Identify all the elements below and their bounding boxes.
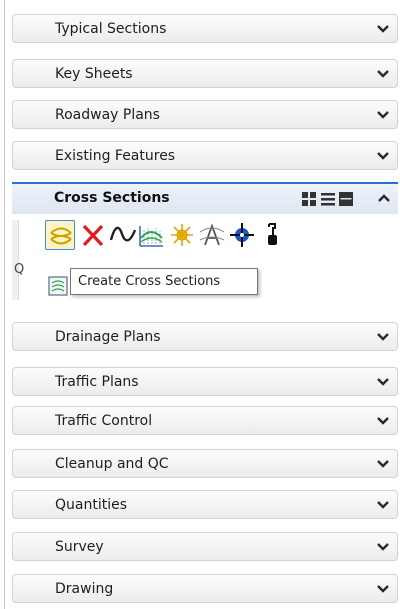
- panel-drawing[interactable]: Drawing: [12, 574, 398, 603]
- panel-label: Typical Sections: [55, 21, 167, 37]
- create-cross-sections-button[interactable]: [45, 220, 75, 250]
- panel-label: Cleanup and QC: [55, 456, 169, 472]
- group-tab[interactable]: [12, 220, 19, 300]
- probe-button[interactable]: [257, 220, 287, 250]
- chevron-down-icon: [377, 585, 389, 593]
- panel-label: Traffic Control: [55, 413, 153, 429]
- chevron-down-icon: [377, 70, 389, 78]
- delete-button[interactable]: [78, 220, 108, 250]
- panel-key-sheets[interactable]: Key Sheets: [12, 59, 398, 88]
- group-label: Q: [14, 262, 25, 277]
- panel-existing-features[interactable]: Existing Features: [12, 141, 398, 170]
- list-view-icon[interactable]: [321, 193, 335, 206]
- panel-label: Roadway Plans: [55, 107, 160, 123]
- panel-label: Quantities: [55, 497, 128, 513]
- cross-section-grid-icon: [139, 226, 163, 247]
- target-crosshair-button[interactable]: [227, 220, 257, 250]
- panel-cleanup-and-qc[interactable]: Cleanup and QC: [12, 449, 398, 478]
- panel-traffic-control[interactable]: Traffic Control: [12, 406, 398, 435]
- cross-section-sheets-button[interactable]: [47, 275, 71, 297]
- chevron-down-icon: [377, 501, 389, 509]
- wave-tool-button[interactable]: [108, 220, 138, 250]
- panel-title: Cross Sections: [54, 190, 170, 206]
- target-crosshair-icon: [230, 223, 254, 247]
- panel-label: Drainage Plans: [55, 329, 161, 345]
- panel-label: Key Sheets: [55, 66, 133, 82]
- text-a-button[interactable]: [197, 220, 227, 250]
- cross-section-sheets-icon: [48, 276, 68, 296]
- grid-view-icon[interactable]: [302, 192, 316, 206]
- chevron-down-icon: [377, 25, 389, 33]
- left-border: [4, 0, 5, 609]
- cross-section-grid-button[interactable]: [136, 220, 166, 250]
- panel-label: Existing Features: [55, 148, 176, 164]
- chevron-up-icon[interactable]: [378, 194, 390, 202]
- panel-quantities[interactable]: Quantities: [12, 490, 398, 519]
- panel-roadway-plans[interactable]: Roadway Plans: [12, 100, 398, 129]
- create-cross-sections-icon: [50, 227, 72, 245]
- panel-label: Survey: [55, 539, 104, 555]
- panel-typical-sections[interactable]: Typical Sections: [12, 14, 398, 43]
- chevron-down-icon: [377, 378, 389, 386]
- chevron-down-icon: [377, 152, 389, 160]
- panel-traffic-plans[interactable]: Traffic Plans: [12, 367, 398, 396]
- chevron-down-icon: [377, 460, 389, 468]
- delete-icon: [82, 224, 104, 247]
- tooltip-text: Create Cross Sections: [78, 274, 221, 289]
- chevron-down-icon: [377, 543, 389, 551]
- chevron-down-icon: [377, 417, 389, 425]
- probe-icon: [268, 223, 277, 245]
- panel-drainage-plans[interactable]: Drainage Plans: [12, 322, 398, 351]
- large-view-icon[interactable]: [339, 192, 353, 206]
- text-a-icon: [199, 223, 225, 246]
- panel-survey[interactable]: Survey: [12, 532, 398, 561]
- star-burst-icon: [171, 224, 193, 246]
- view-mode-icons: [302, 192, 353, 206]
- panel-cross-sections[interactable]: Cross Sections: [12, 182, 398, 214]
- chevron-down-icon: [377, 111, 389, 119]
- tooltip: Create Cross Sections: [70, 268, 258, 295]
- panel-label: Drawing: [55, 581, 114, 597]
- star-burst-button[interactable]: [167, 220, 197, 250]
- chevron-down-icon: [377, 333, 389, 341]
- wave-tool-icon: [109, 226, 137, 242]
- panel-label: Traffic Plans: [55, 374, 139, 390]
